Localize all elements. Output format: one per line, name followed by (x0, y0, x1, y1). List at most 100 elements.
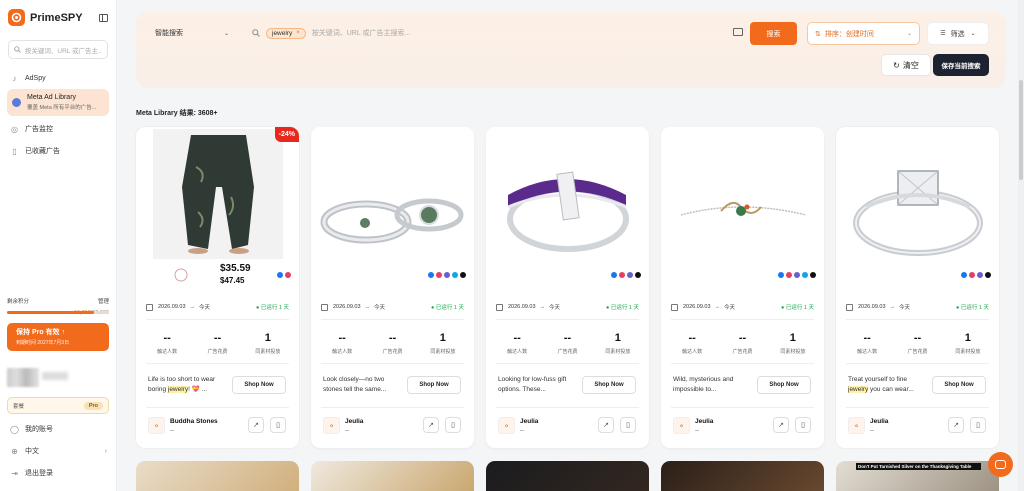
advertiser[interactable]: ✿ Jeulia -- (498, 417, 538, 434)
app-logo[interactable]: PrimeSPY (0, 0, 116, 33)
trend-button[interactable]: ↗ (948, 417, 964, 433)
stat-label: 广告花费 (732, 349, 753, 355)
sort-icon: ⇅ (815, 30, 821, 38)
clear-button[interactable]: ↻ 清空 (881, 54, 931, 76)
sidebar-search-input[interactable]: 按关键词、URL 或广告主... (8, 40, 108, 59)
ad-media[interactable]: -24% $35.59 $47.45 (136, 127, 299, 287)
platform-icon (961, 272, 967, 278)
close-icon[interactable]: × (296, 30, 300, 36)
search-mode-select[interactable]: 智能搜索 ⌄ (147, 22, 237, 44)
arrow-right-icon: → (189, 304, 196, 310)
sidebar-item-label: AdSpy (25, 74, 46, 82)
shop-now-button[interactable]: Shop Now (407, 376, 461, 394)
sidebar-item-logout[interactable]: ⇥ 退出登录 (0, 462, 117, 484)
stat-reach: -- 触达人数 (317, 332, 367, 355)
platform-icons (611, 272, 641, 278)
chat-button[interactable] (988, 452, 1013, 477)
shop-now-button[interactable]: Shop Now (932, 376, 986, 394)
sidebar-item-meta-ad-library[interactable]: Meta Ad Library 覆盖 Meta 所有平台的广告... (7, 89, 109, 116)
advertiser[interactable]: ✿ Jeulia -- (848, 417, 888, 434)
ad-stats: -- 触达人数 -- 广告花费 1 同素材投放 (667, 332, 818, 355)
bookmark-button[interactable]: ▯ (795, 417, 811, 433)
credits-panel: 剩余积分 管理 16,952/20,000 (7, 297, 109, 316)
calendar-icon (321, 303, 328, 311)
date-row: 2026.09.03 → 今天 ● 已运行 1 天 (671, 303, 814, 311)
discount-badge: -24% (274, 127, 299, 142)
ad-card[interactable]: 2026.09.03 → 今天 ● 已运行 1 天 -- 触达人数 -- 广告花费 … (836, 127, 999, 448)
arrow-right-icon: → (364, 304, 371, 310)
scrollbar-thumb[interactable] (1019, 80, 1023, 180)
ad-card[interactable]: -24% $35.59 $47.45 2026.09.03 → 今天 ● 已运行… (136, 127, 299, 448)
stat-value: -- (163, 332, 171, 344)
image-search-icon[interactable] (733, 28, 743, 36)
ad-card-thumbnail[interactable]: Don't Put Tarnished Silver on the Thanks… (836, 461, 999, 491)
search-button[interactable]: 搜索 (750, 22, 797, 45)
results-count: Meta Library 结果: 3608+ (136, 110, 218, 117)
shop-now-button[interactable]: Shop Now (757, 376, 811, 394)
save-search-button[interactable]: 保存当前搜索 (933, 54, 989, 76)
sidebar-item-adspy[interactable]: ♪ AdSpy (0, 67, 116, 89)
ad-copy-text: Look closely—no two stones tell the same… (323, 376, 387, 393)
end-date: 今天 (199, 305, 211, 311)
calendar-icon (671, 303, 678, 311)
advertiser-sub: -- (345, 427, 349, 434)
stat-label: 同素材投放 (255, 349, 281, 355)
sidebar-search-placeholder: 按关键词、URL 或广告主... (24, 47, 102, 55)
trend-button[interactable]: ↗ (248, 417, 264, 433)
scrollbar[interactable] (1018, 0, 1024, 491)
trend-button[interactable]: ↗ (423, 417, 439, 433)
ad-card-thumbnail[interactable] (486, 461, 649, 491)
platform-icon (277, 272, 283, 278)
platform-icon (635, 272, 641, 278)
ad-card[interactable]: 2026.09.03 → 今天 ● 已运行 1 天 -- 触达人数 -- 广告花费 … (311, 127, 474, 448)
keyword-chip[interactable]: jewelry × (266, 27, 306, 39)
ad-media[interactable] (661, 127, 824, 287)
sidebar-item-saved-ads[interactable]: ▯ 已收藏广告 (0, 140, 116, 162)
shop-now-button[interactable]: Shop Now (232, 376, 286, 394)
primespy-logo-icon (8, 9, 25, 26)
advertiser-name: Jeulia (345, 417, 364, 425)
advertiser[interactable]: ✿ Jeulia -- (673, 417, 713, 434)
bookmark-button[interactable]: ▯ (270, 417, 286, 433)
ad-media[interactable] (486, 127, 649, 287)
filter-button[interactable]: ☰ 筛选 ⌄ (927, 22, 989, 45)
sidebar-item-ad-monitor[interactable]: ◎ 广告监控 (0, 118, 116, 140)
ad-card-thumbnail[interactable] (661, 461, 824, 491)
stat-label: 触达人数 (857, 349, 878, 355)
shop-now-button[interactable]: Shop Now (582, 376, 636, 394)
trend-button[interactable]: ↗ (773, 417, 789, 433)
bookmark-button[interactable]: ▯ (970, 417, 986, 433)
advertiser[interactable]: ✿ Buddha Stones -- (148, 417, 218, 434)
collapse-sidebar-icon[interactable] (99, 13, 108, 22)
end-date: 今天 (724, 305, 736, 311)
stat-reach: -- 触达人数 (492, 332, 542, 355)
search-input[interactable]: jewelry × 按关键词、URL 或广告主搜索... (246, 22, 751, 44)
bookmark-button[interactable]: ▯ (445, 417, 461, 433)
bracelet-product-image (680, 201, 807, 216)
ad-card[interactable]: 2026.09.03 → 今天 ● 已运行 1 天 -- 触达人数 -- 广告花费 … (661, 127, 824, 448)
platform-icon (444, 272, 450, 278)
stat-spend: -- 广告花费 (192, 332, 242, 355)
bottom-nav: ◯ 我的账号 ⊕ 中文 › ⇥ 退出登录 (0, 418, 117, 484)
platform-icon (619, 272, 625, 278)
advertiser-logo: ✿ (323, 417, 340, 434)
trend-button[interactable]: ↗ (598, 417, 614, 433)
sidebar-item-label: Meta Ad Library (27, 94, 77, 101)
bookmark-button[interactable]: ▯ (620, 417, 636, 433)
stat-label: 广告花费 (907, 349, 928, 355)
ad-card[interactable]: 2026.09.03 → 今天 ● 已运行 1 天 -- 触达人数 -- 广告花费 … (486, 127, 649, 448)
ad-media[interactable] (836, 127, 999, 287)
keep-pro-button[interactable]: 保持 Pro 有效 ↑ 到期时间 2027年7月3日 (7, 323, 109, 351)
sidebar-item-language[interactable]: ⊕ 中文 › (0, 440, 117, 462)
advertiser[interactable]: ✿ Jeulia -- (323, 417, 363, 434)
ad-media[interactable] (311, 127, 474, 287)
platform-icons (778, 272, 816, 278)
chat-icon (995, 460, 1006, 469)
credits-manage-link[interactable]: 管理 (98, 297, 109, 305)
bookmark-icon: ▯ (801, 422, 805, 429)
sidebar-item-account[interactable]: ◯ 我的账号 (0, 418, 117, 440)
ad-card-thumbnail[interactable] (136, 461, 299, 491)
sort-select[interactable]: ⇅ 排序：创建时间 ⌄ (807, 22, 920, 45)
plan-box[interactable]: 套餐 Pro (7, 397, 109, 414)
ad-card-thumbnail[interactable] (311, 461, 474, 491)
